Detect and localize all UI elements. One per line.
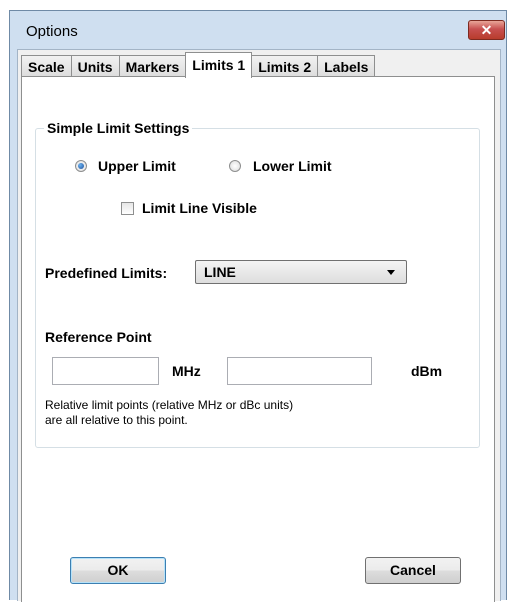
- level-unit-label: dBm: [411, 363, 443, 379]
- lower-limit-radio[interactable]: [229, 160, 241, 172]
- reference-note-line-1: Relative limit points (relative MHz or d…: [45, 398, 294, 412]
- reference-note: Relative limit points (relative MHz or d…: [45, 398, 293, 428]
- limit-line-visible-checkbox[interactable]: [121, 202, 134, 215]
- cancel-button[interactable]: Cancel: [365, 557, 461, 584]
- reference-level-input[interactable]: [227, 357, 372, 385]
- dialog-title: Options: [26, 23, 78, 40]
- radio-selected-dot: [78, 163, 84, 169]
- tab-labels[interactable]: Labels: [317, 55, 376, 77]
- simple-limit-settings-group: Simple Limit Settings Upper Limit Lower …: [35, 120, 480, 448]
- predefined-limits-label: Predefined Limits:: [45, 265, 168, 281]
- options-dialog: Options ✕ Scale Units Markers Limits 1 L…: [9, 10, 507, 602]
- upper-limit-label[interactable]: Upper Limit: [98, 158, 176, 174]
- reference-note-line-2: are all relative to this point.: [45, 413, 188, 427]
- reference-point-label: Reference Point: [45, 329, 152, 345]
- tab-units[interactable]: Units: [70, 55, 120, 77]
- dialog-client-area: Scale Units Markers Limits 1 Limits 2 La…: [17, 49, 501, 602]
- tab-limits-1[interactable]: Limits 1: [185, 52, 253, 78]
- limit-line-visible-label[interactable]: Limit Line Visible: [142, 200, 257, 216]
- lower-limit-label[interactable]: Lower Limit: [253, 158, 332, 174]
- tab-scale[interactable]: Scale: [21, 55, 72, 77]
- tab-markers[interactable]: Markers: [118, 55, 187, 77]
- tab-strip: Scale Units Markers Limits 1 Limits 2 La…: [21, 52, 376, 78]
- tab-limits-2[interactable]: Limits 2: [251, 55, 319, 77]
- predefined-limits-dropdown[interactable]: LINE: [195, 260, 407, 284]
- predefined-limits-value: LINE: [204, 264, 236, 280]
- close-icon: ✕: [480, 22, 493, 38]
- upper-limit-radio[interactable]: [75, 160, 87, 172]
- chevron-down-icon: [387, 270, 395, 275]
- close-button[interactable]: ✕: [468, 20, 505, 40]
- title-bar: Options ✕: [10, 11, 506, 49]
- limits-1-tab-page: Simple Limit Settings Upper Limit Lower …: [21, 76, 495, 602]
- group-title: Simple Limit Settings: [44, 120, 193, 136]
- ok-button[interactable]: OK: [70, 557, 166, 584]
- reference-frequency-input[interactable]: [52, 357, 159, 385]
- frequency-unit-label: MHz: [172, 363, 201, 379]
